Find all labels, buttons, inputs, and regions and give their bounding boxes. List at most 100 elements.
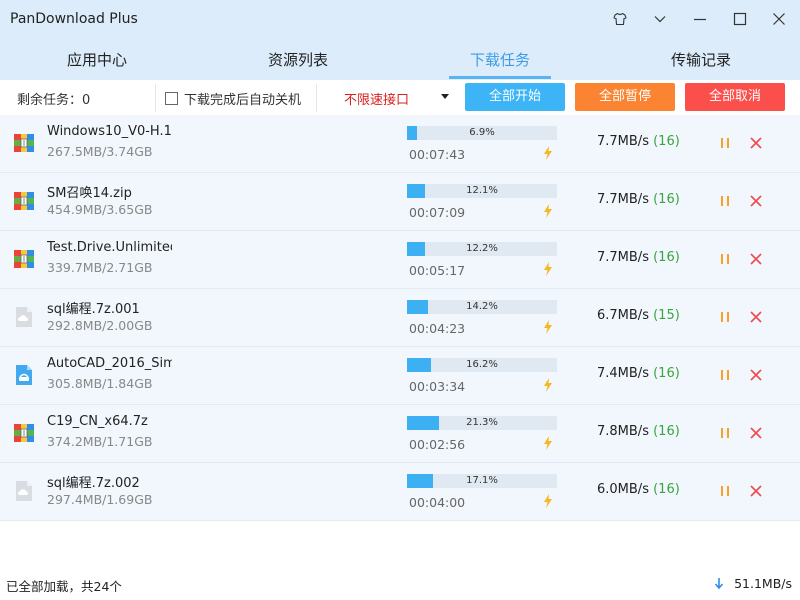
download-speed: 7.4MB/s (16) [597, 366, 680, 381]
task-row: Windows10_V0-H.1020.000.iso 267.5MB/3.74… [0, 115, 800, 173]
progress-text: 12.1% [466, 185, 498, 196]
remaining-tasks-label: 剩余任务：0 [17, 93, 91, 108]
cancel-icon[interactable] [749, 484, 763, 498]
file-name: Test.Drive.Unlimited [47, 240, 172, 255]
file-size: 297.4MB/1.69GB [47, 492, 153, 507]
cancel-icon[interactable] [749, 194, 763, 208]
file-name: C19_CN_x64.7z [47, 414, 148, 429]
cancel-icon[interactable] [749, 136, 763, 150]
connection-count: (16) [653, 134, 680, 149]
lightning-icon [544, 320, 552, 334]
cancel-icon[interactable] [749, 368, 763, 382]
download-arrow-icon [714, 577, 724, 589]
minimize-button[interactable] [687, 6, 713, 32]
tab-label: 下载任务 [469, 51, 530, 69]
tab-label: 应用中心 [66, 51, 127, 69]
checkbox-box[interactable] [165, 91, 178, 105]
time-remaining: 00:03:34 [409, 379, 466, 394]
cloud-file-icon [16, 307, 32, 327]
progress-text: 6.9% [469, 127, 495, 138]
close-button[interactable] [766, 6, 792, 32]
time-remaining: 00:04:00 [409, 495, 466, 510]
file-name: sql编程.7z.001 [47, 302, 140, 317]
pause-icon[interactable] [719, 194, 731, 208]
file-size: 339.7MB/2.71GB [47, 260, 153, 275]
chevron-down-icon [654, 16, 666, 23]
archive-icon [14, 134, 34, 152]
connection-count: (16) [653, 366, 680, 381]
pause-icon[interactable] [719, 310, 731, 324]
file-name: SM召唤14.zip [47, 186, 132, 201]
auto-shutdown-checkbox[interactable]: 下载完成后自动关机 [165, 88, 301, 108]
pause-icon[interactable] [719, 136, 731, 150]
maximize-icon [733, 12, 747, 26]
cancel-icon[interactable] [749, 310, 763, 324]
archive-icon [14, 424, 34, 442]
progress-bar: 6.9% [407, 126, 557, 140]
connection-count: (16) [653, 482, 680, 497]
pause-icon[interactable] [719, 426, 731, 440]
dropdown-arrow-icon [441, 94, 449, 99]
total-speed: 51.1MB/s [714, 576, 792, 591]
speed-value: 6.7MB/s [597, 308, 649, 323]
download-speed: 7.7MB/s (16) [597, 192, 680, 207]
connection-count: (16) [653, 250, 680, 265]
lightning-icon [544, 378, 552, 392]
download-speed: 6.7MB/s (15) [597, 308, 680, 323]
speed-value: 7.7MB/s [597, 250, 649, 265]
progress-bar: 16.2% [407, 358, 557, 372]
connection-count: (15) [653, 308, 680, 323]
loaded-status: 已全部加载，共24个 [6, 579, 122, 594]
tab-app-center[interactable]: 应用中心 [32, 40, 162, 80]
title-bar: PanDownload Plus [0, 0, 800, 40]
tab-label: 资源列表 [267, 51, 328, 69]
cancel-icon[interactable] [749, 426, 763, 440]
file-size: 454.9MB/3.65GB [47, 202, 153, 217]
file-size: 374.2MB/1.71GB [47, 434, 153, 449]
progress-bar: 12.1% [407, 184, 557, 198]
installer-icon [16, 365, 32, 385]
cancel-all-button[interactable]: 全部取消 [685, 83, 785, 111]
lightning-icon [544, 204, 552, 218]
progress-text: 14.2% [466, 301, 498, 312]
cancel-icon[interactable] [749, 252, 763, 266]
time-remaining: 00:02:56 [409, 437, 466, 452]
task-row: SM召唤14.zip 454.9MB/3.65GB 12.1% 00:07:09… [0, 173, 800, 231]
speed-value: 7.7MB/s [597, 192, 649, 207]
progress-text: 12.2% [466, 243, 498, 254]
pause-all-button[interactable]: 全部暂停 [575, 83, 675, 111]
lightning-icon [544, 436, 552, 450]
pause-icon[interactable] [719, 484, 731, 498]
task-row: Test.Drive.Unlimited 339.7MB/2.71GB 12.2… [0, 231, 800, 289]
tab-transfer-records[interactable]: 传输记录 [636, 40, 766, 80]
start-all-button[interactable]: 全部开始 [465, 83, 565, 111]
lightning-icon [544, 494, 552, 508]
archive-icon [14, 192, 34, 210]
task-row: AutoCAD_2016_Simplified 305.8MB/1.84GB 1… [0, 347, 800, 405]
tab-download-tasks[interactable]: 下载任务 [435, 40, 565, 80]
download-speed: 7.7MB/s (16) [597, 134, 680, 149]
task-row: sql编程.7z.001 292.8MB/2.00GB 14.2% 00:04:… [0, 289, 800, 347]
tab-resource-list[interactable]: 资源列表 [233, 40, 363, 80]
progress-text: 17.1% [466, 475, 498, 486]
skin-button[interactable] [607, 6, 633, 32]
main-nav: 应用中心 资源列表 下载任务 传输记录 [0, 40, 800, 80]
download-speed: 7.8MB/s (16) [597, 424, 680, 439]
time-remaining: 00:07:43 [409, 147, 466, 162]
progress-text: 21.3% [466, 417, 498, 428]
speed-value: 7.7MB/s [597, 134, 649, 149]
maximize-button[interactable] [727, 6, 753, 32]
file-size: 292.8MB/2.00GB [47, 318, 153, 333]
task-row: C19_CN_x64.7z 374.2MB/1.71GB 21.3% 00:02… [0, 405, 800, 463]
time-remaining: 00:05:17 [409, 263, 466, 278]
menu-dropdown-button[interactable] [647, 6, 673, 32]
archive-icon [14, 250, 34, 268]
pause-icon[interactable] [719, 252, 731, 266]
speed-value: 6.0MB/s [597, 482, 649, 497]
cloud-file-icon [16, 481, 32, 501]
pause-icon[interactable] [719, 368, 731, 382]
file-name: AutoCAD_2016_Simplified [47, 356, 172, 371]
download-speed: 7.7MB/s (16) [597, 250, 680, 265]
speed-limit-select[interactable]: 不限速接口 [330, 87, 452, 109]
divider [155, 84, 156, 112]
